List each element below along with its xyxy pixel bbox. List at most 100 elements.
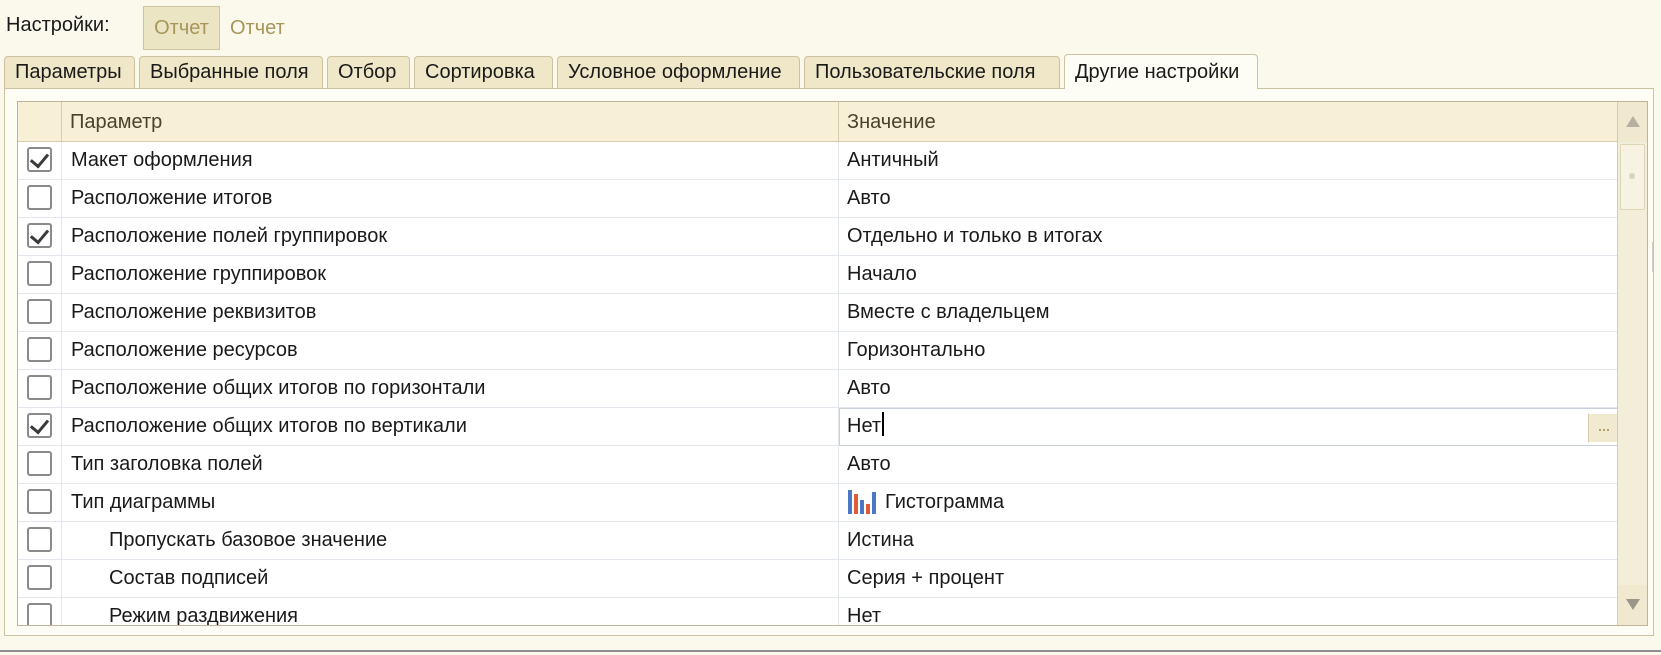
row-value[interactable]: Античный: [839, 142, 1618, 180]
row-check-cell: [18, 294, 62, 332]
row-param: Расположение группировок: [62, 256, 839, 294]
scroll-thumb[interactable]: [1620, 144, 1645, 210]
row-value[interactable]: Начало: [839, 256, 1618, 294]
row-checkbox[interactable]: [27, 565, 52, 590]
window-bottom-border: [0, 650, 1661, 652]
row-value[interactable]: Горизонтально: [839, 332, 1618, 370]
table-row-current[interactable]: Расположение общих итогов по вертикали Н…: [18, 408, 1618, 446]
row-check-cell: [18, 142, 62, 180]
row-check-cell: [18, 598, 62, 625]
row-check-cell: [18, 370, 62, 408]
bar-chart-icon: [848, 490, 876, 514]
row-value[interactable]: Авто: [839, 370, 1618, 408]
tab-filter[interactable]: Отбор: [327, 56, 410, 89]
row-param: Тип диаграммы: [62, 484, 839, 522]
tab-user-fields[interactable]: Пользовательские поля: [804, 56, 1060, 89]
row-checkbox[interactable]: [27, 261, 52, 286]
row-param: Состав подписей: [62, 560, 839, 598]
tab-parameters[interactable]: Параметры: [4, 56, 135, 89]
table-row[interactable]: Расположение полей группировок Отдельно …: [18, 218, 1618, 256]
table-row[interactable]: Расположение общих итогов по горизонтали…: [18, 370, 1618, 408]
row-param: Расположение общих итогов по горизонтали: [62, 370, 839, 408]
select-button[interactable]: ...: [1588, 414, 1618, 442]
table-header: Параметр Значение: [18, 102, 1618, 142]
header-check-column[interactable]: [18, 102, 62, 142]
row-param: Режим раздвижения: [62, 598, 839, 625]
settings-variant-link[interactable]: Отчет: [230, 17, 285, 40]
row-check-cell: [18, 408, 62, 446]
settings-table: Параметр Значение Макет оформления Антич…: [17, 101, 1648, 626]
row-checkbox[interactable]: [27, 489, 52, 514]
row-check-cell: [18, 484, 62, 522]
row-checkbox[interactable]: [27, 299, 52, 324]
table-row[interactable]: Расположение итогов Авто: [18, 180, 1618, 218]
table-row[interactable]: Пропускать базовое значение Истина: [18, 522, 1618, 560]
row-param: Расположение общих итогов по вертикали: [62, 408, 839, 446]
settings-bar: Настройки: Отчет Отчет: [0, 0, 1661, 54]
row-checkbox[interactable]: [27, 451, 52, 476]
row-param: Макет оформления: [62, 142, 839, 180]
table-row[interactable]: Расположение группировок Начало: [18, 256, 1618, 294]
tab-sorting[interactable]: Сортировка: [414, 56, 553, 89]
row-check-cell: [18, 332, 62, 370]
checkmark-icon: [29, 148, 50, 169]
row-param: Расположение итогов: [62, 180, 839, 218]
edge-marker: [1652, 242, 1661, 272]
row-value[interactable]: Вместе с владельцем: [839, 294, 1618, 332]
row-value[interactable]: Истина: [839, 522, 1618, 560]
row-param: Тип заголовка полей: [62, 446, 839, 484]
arrow-down-icon: [1626, 599, 1640, 610]
tab-selected-fields[interactable]: Выбранные поля: [139, 56, 323, 89]
table-row[interactable]: Расположение ресурсов Горизонтально: [18, 332, 1618, 370]
row-checkbox[interactable]: [27, 185, 52, 210]
tab-conditional-formatting[interactable]: Условное оформление: [557, 56, 800, 89]
table-row[interactable]: Режим раздвижения Нет: [18, 598, 1618, 625]
row-param: Расположение ресурсов: [62, 332, 839, 370]
row-param: Пропускать базовое значение: [62, 522, 839, 560]
row-check-cell: [18, 560, 62, 598]
checkmark-icon: [29, 224, 50, 245]
tab-other-settings[interactable]: Другие настройки: [1064, 54, 1258, 89]
checkmark-icon: [29, 414, 50, 435]
text-caret: [882, 412, 885, 436]
row-check-cell: [18, 218, 62, 256]
row-checkbox[interactable]: [27, 527, 52, 552]
header-param[interactable]: Параметр: [62, 102, 839, 142]
vertical-scrollbar[interactable]: [1617, 102, 1647, 625]
header-value[interactable]: Значение: [839, 102, 1618, 142]
row-param: Расположение полей группировок: [62, 218, 839, 256]
row-value-editor[interactable]: Нет ...: [839, 408, 1618, 446]
table-row[interactable]: Расположение реквизитов Вместе с владель…: [18, 294, 1618, 332]
row-value[interactable]: Гистограмма: [839, 484, 1618, 522]
settings-tabs: Параметры Выбранные поля Отбор Сортировк…: [4, 54, 1654, 89]
settings-variant-button[interactable]: Отчет: [143, 6, 220, 50]
row-check-cell: [18, 446, 62, 484]
row-value[interactable]: Отдельно и только в итогах: [839, 218, 1618, 256]
row-checkbox[interactable]: [27, 337, 52, 362]
row-checkbox[interactable]: [27, 413, 52, 438]
row-value[interactable]: Серия + процент: [839, 560, 1618, 598]
table-row[interactable]: Тип диаграммы Гистограмма: [18, 484, 1618, 522]
row-check-cell: [18, 256, 62, 294]
row-value[interactable]: Авто: [839, 180, 1618, 218]
editor-text[interactable]: Нет: [847, 415, 881, 437]
row-checkbox[interactable]: [27, 223, 52, 248]
scroll-up-button[interactable]: [1618, 102, 1647, 142]
table-row[interactable]: Состав подписей Серия + процент: [18, 560, 1618, 598]
row-checkbox[interactable]: [27, 375, 52, 400]
row-value[interactable]: Нет: [839, 598, 1618, 625]
row-checkbox[interactable]: [27, 147, 52, 172]
row-param: Расположение реквизитов: [62, 294, 839, 332]
settings-label: Настройки:: [6, 14, 110, 36]
table-rows: Макет оформления Античный Расположение и…: [18, 142, 1618, 625]
table-row[interactable]: Макет оформления Античный: [18, 142, 1618, 180]
row-checkbox[interactable]: [27, 603, 52, 625]
arrow-up-icon: [1626, 116, 1640, 127]
scroll-down-button[interactable]: [1618, 585, 1647, 625]
table-row[interactable]: Тип заголовка полей Авто: [18, 446, 1618, 484]
row-value-text: Гистограмма: [885, 491, 1005, 513]
row-value[interactable]: Авто: [839, 446, 1618, 484]
row-check-cell: [18, 522, 62, 560]
row-check-cell: [18, 180, 62, 218]
grip-icon: [1629, 173, 1635, 179]
